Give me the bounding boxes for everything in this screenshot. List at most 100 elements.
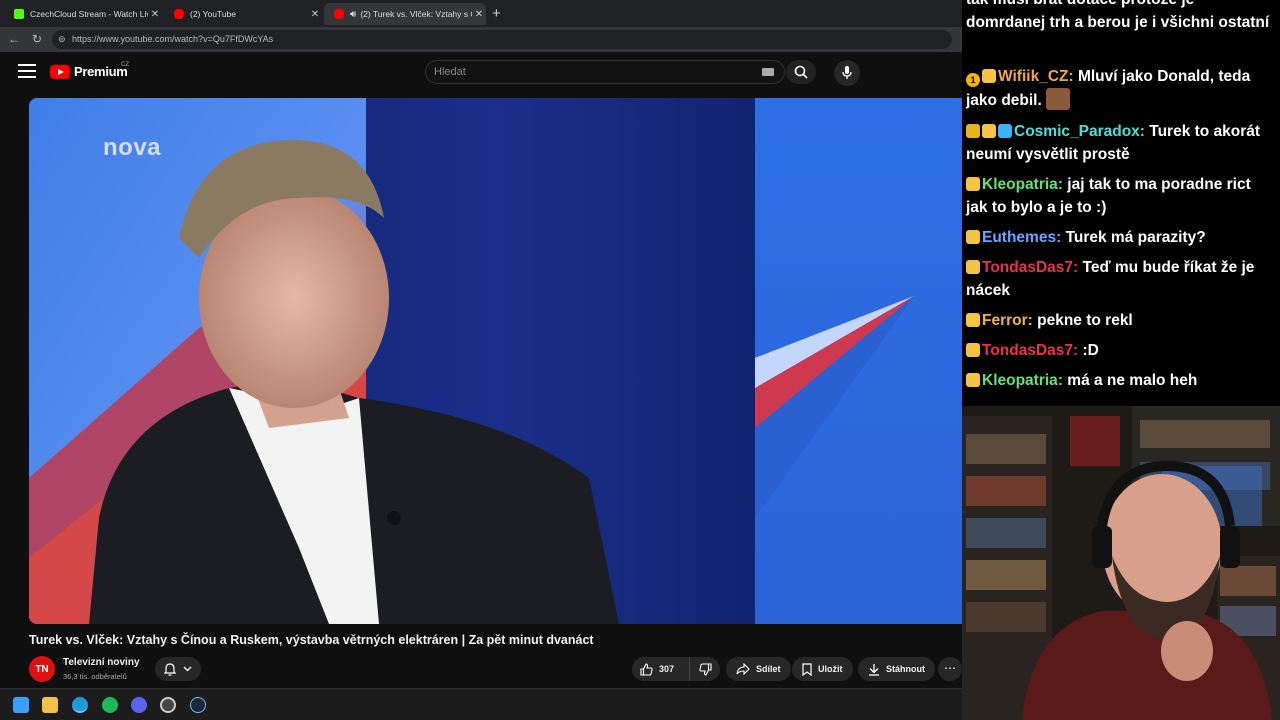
close-tab-icon[interactable]: ✕: [472, 9, 486, 20]
chat-message: Ferror: pekne to rekl: [966, 309, 1276, 332]
youtube-icon: [334, 9, 344, 19]
new-tab-button[interactable]: +: [492, 5, 501, 22]
keyboard-icon[interactable]: [762, 68, 774, 76]
kick-icon: [14, 9, 24, 19]
chat-message: Kleopatria: má a ne malo heh: [966, 369, 1276, 392]
hand-badge-icon: [966, 343, 980, 357]
youtube-play-icon: [50, 64, 70, 79]
url-field[interactable]: ⊜ https://www.youtube.com/watch?v=Qu7FfD…: [52, 30, 952, 49]
tab-youtube[interactable]: (2) YouTube ✕: [164, 3, 322, 25]
chat-message: Kleopatria: jaj tak to ma poradne rict j…: [966, 176, 1251, 216]
address-bar-row: ← ↻ ⊜ https://www.youtube.com/watch?v=Qu…: [0, 27, 962, 52]
menu-icon[interactable]: [18, 64, 36, 80]
chat-message-partial: tak musí brát dotace protože je domrdane…: [966, 0, 1276, 34]
chat-message: Cosmic_Paradox: Turek to akorát neumí vy…: [966, 123, 1261, 163]
youtube-icon: [174, 9, 184, 19]
youtube-masthead: Premium CZ: [0, 52, 962, 94]
chevron-down-icon: [183, 666, 192, 672]
close-tab-icon[interactable]: ✕: [308, 9, 322, 20]
share-label: Sdílet: [756, 664, 781, 674]
download-button[interactable]: Stáhnout: [858, 657, 935, 681]
gift-badge-icon: 1: [966, 73, 980, 87]
channel-name[interactable]: Televizní noviny: [63, 657, 140, 668]
site-info-icon[interactable]: ⊜: [58, 30, 66, 49]
chat-username[interactable]: Kleopatria: [982, 176, 1058, 193]
message-text: Turek má parazity?: [1065, 229, 1206, 246]
search-input[interactable]: [426, 61, 726, 83]
tab-title: (2) YouTube: [190, 9, 236, 19]
hand-badge-icon: [966, 260, 980, 274]
microphone-icon: [842, 66, 852, 79]
like-count: 307: [659, 664, 675, 674]
voice-search-button[interactable]: [834, 60, 860, 86]
tab-title: (2) Turek vs. Vlček: Vztahy s Č: [360, 9, 472, 19]
share-icon: [736, 663, 750, 675]
message-text: pekne to rekl: [1037, 312, 1133, 329]
crown-badge-icon: [966, 124, 980, 138]
chat-message: Euthemes: Turek má parazity?: [966, 226, 1276, 249]
chat-username[interactable]: Wifiik_CZ: [998, 68, 1068, 85]
message-text: :D: [1082, 342, 1099, 359]
tab-czechcloud-stream[interactable]: CzechCloud Stream - Watch Live o ✕: [4, 3, 162, 25]
search-box: [425, 60, 785, 84]
bookmark-icon: [802, 662, 812, 676]
nova-logo: nova: [103, 134, 162, 161]
windows-taskbar: [0, 688, 962, 720]
speaker-icon[interactable]: 🔊︎: [350, 9, 356, 20]
tab-strip: CzechCloud Stream - Watch Live o ✕ (2) Y…: [0, 0, 962, 27]
tab-title: CzechCloud Stream - Watch Live o: [30, 9, 148, 19]
notifications-button[interactable]: [155, 657, 201, 681]
logo-text: Premium: [74, 64, 128, 79]
streamer-webcam: [962, 406, 1280, 720]
video-player[interactable]: nova: [29, 98, 962, 624]
windows-start-icon[interactable]: [13, 697, 29, 713]
webcam-image: [962, 406, 1280, 720]
hand-badge-icon: [966, 230, 980, 244]
discord-icon[interactable]: [131, 697, 147, 713]
save-button[interactable]: Uložit: [792, 657, 853, 681]
dislike-button[interactable]: [690, 657, 720, 681]
youtube-logo[interactable]: Premium CZ: [50, 62, 129, 79]
channel-avatar[interactable]: TN: [29, 656, 55, 682]
download-label: Stáhnout: [886, 664, 925, 674]
stream-chat: tak musí brát dotace protože je domrdane…: [962, 0, 1280, 406]
chat-username[interactable]: Ferror: [982, 312, 1028, 329]
tab-video-active[interactable]: 🔊︎ (2) Turek vs. Vlček: Vztahy s Č ✕: [324, 3, 486, 25]
chat-emote: [1045, 88, 1070, 110]
file-explorer-icon[interactable]: [42, 697, 58, 713]
chat-username[interactable]: Euthemes: [982, 229, 1056, 246]
close-tab-icon[interactable]: ✕: [148, 9, 162, 20]
edge-browser-icon[interactable]: [72, 697, 88, 713]
chat-username[interactable]: Cosmic_Paradox: [1014, 123, 1140, 140]
hand-badge-icon: [966, 373, 980, 387]
bell-icon: [164, 662, 177, 676]
thumbs-up-icon: [640, 662, 653, 676]
like-button[interactable]: 307: [632, 657, 690, 681]
back-arrow-icon[interactable]: ←: [8, 32, 20, 46]
chat-username[interactable]: Kleopatria: [982, 372, 1058, 389]
like-dislike-group: 307: [632, 657, 720, 681]
hand-badge-icon: [966, 313, 980, 327]
subscriber-count: 36,3 tis. odběratelů: [63, 672, 127, 681]
thumbs-down-icon: [698, 662, 712, 676]
search-icon: [794, 65, 808, 79]
obs-icon[interactable]: [160, 697, 176, 713]
search-button[interactable]: [786, 60, 816, 84]
hand-badge-icon: [982, 69, 996, 83]
more-actions-icon[interactable]: ⋯: [938, 657, 962, 681]
spotify-icon[interactable]: [102, 697, 118, 713]
reload-icon[interactable]: ↻: [32, 32, 42, 46]
steam-icon[interactable]: [190, 697, 206, 713]
chat-message: TondasDas7: Teď mu bude říkat že je náce…: [966, 259, 1255, 299]
url-text: https://www.youtube.com/watch?v=Qu7FfDWc…: [72, 34, 274, 44]
video-title: Turek vs. Vlček: Vztahy s Čínou a Ruskem…: [29, 633, 594, 647]
hand-badge-icon: [982, 124, 996, 138]
browser-window: CzechCloud Stream - Watch Live o ✕ (2) Y…: [0, 0, 962, 720]
chat-username[interactable]: TondasDas7: [982, 342, 1073, 359]
video-frame: [29, 98, 962, 624]
screen: CzechCloud Stream - Watch Live o ✕ (2) Y…: [0, 0, 1280, 720]
chat-username[interactable]: TondasDas7: [982, 259, 1073, 276]
chat-message: TondasDas7: :D: [966, 339, 1276, 362]
share-button[interactable]: Sdílet: [726, 657, 791, 681]
download-icon: [869, 663, 879, 676]
